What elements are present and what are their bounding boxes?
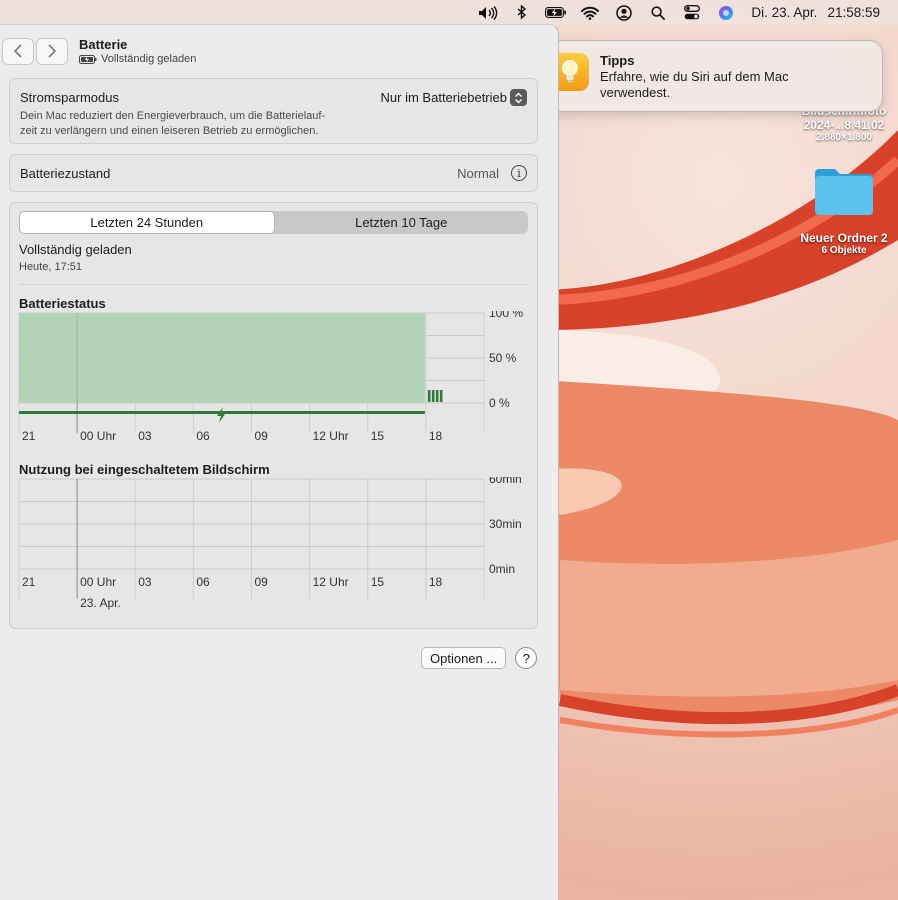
help-button[interactable]: ? <box>515 647 538 669</box>
x-tick-label: 09 <box>255 575 269 589</box>
low-power-mode-description-line1: Dein Mac reduziert den Energieverbrauch,… <box>20 110 326 122</box>
low-power-mode-label: Stromsparmodus <box>20 90 119 105</box>
battery-usage-section: Letzten 24 Stunden Letzten 10 Tage Volls… <box>9 202 538 629</box>
desktop-folder-count: 6 Objekte <box>821 245 867 256</box>
section-divider <box>19 284 528 285</box>
battery-health-value: Normal <box>457 165 499 181</box>
y-tick-label: 100 % <box>489 311 523 320</box>
bottom-actions: Optionen ... ? <box>421 647 538 669</box>
time-range-segmented-control: Letzten 24 Stunden Letzten 10 Tage <box>19 211 528 234</box>
x-tick-label: 18 <box>429 575 443 589</box>
charge-status-time: Heute, 17:51 <box>19 261 82 273</box>
screen-usage-chart-title: Nutzung bei eingeschaltetem Bildschirm <box>19 462 270 477</box>
back-button[interactable] <box>2 37 34 65</box>
low-power-mode-description-line2: zeit zu verlängern und einen leiseren Be… <box>20 125 319 137</box>
user-account-icon[interactable] <box>613 4 635 21</box>
chevron-left-icon <box>13 44 22 58</box>
window-subtitle: Vollständig geladen <box>101 53 197 65</box>
desktop-folder[interactable]: Neuer Ordner 2 6 Objekte <box>790 165 898 256</box>
low-power-mode-description: Dein Mac reduziert den Energieverbrauch,… <box>20 109 360 139</box>
y-tick-label: 30min <box>489 517 522 531</box>
y-tick-label: 50 % <box>489 351 517 365</box>
menu-bar: Di. 23. Apr. 21:58:59 <box>0 0 898 25</box>
info-icon[interactable]: i <box>511 165 527 181</box>
x-tick-label: 18 <box>429 429 443 443</box>
y-tick-label: 0 % <box>489 396 510 410</box>
x-tick-label: 21 <box>22 575 36 589</box>
options-button[interactable]: Optionen ... <box>421 647 507 669</box>
desktop-screenshot-name2: 2024-...8.41.02 <box>803 118 885 132</box>
charge-status: Vollständig geladen <box>19 242 132 257</box>
charging-bolt-icon <box>217 407 225 423</box>
bluetooth-icon[interactable] <box>511 5 533 21</box>
menubar-clock[interactable]: 21:58:59 <box>827 5 880 20</box>
tab-last-10-days[interactable]: Letzten 10 Tage <box>275 211 529 234</box>
x-tick-label: 15 <box>371 429 385 443</box>
notification-message-line2: verwendest. <box>600 85 671 100</box>
desktop-screenshot-size: 2.880×1.800 <box>816 132 872 143</box>
tips-notification[interactable]: Tipps Erfahre, wie du Siri auf dem Mac v… <box>538 40 883 112</box>
forward-button[interactable] <box>36 37 68 65</box>
low-power-mode-value: Nur im Batteriebetrieb <box>380 90 507 105</box>
menubar-date[interactable]: Di. 23. Apr. <box>751 5 817 20</box>
x-tick-label: 03 <box>138 575 152 589</box>
control-center-icon[interactable] <box>681 5 703 21</box>
date-label: 23. Apr. <box>80 596 121 610</box>
chevron-right-icon <box>48 44 57 58</box>
chevron-updown-icon <box>510 89 527 106</box>
notification-title: Tipps <box>600 53 635 68</box>
folder-icon <box>815 169 873 215</box>
x-tick-label: 12 Uhr <box>313 429 349 443</box>
low-power-mode-select[interactable]: Nur im Batteriebetrieb <box>381 89 527 106</box>
tab-last-24-hours[interactable]: Letzten 24 Stunden <box>19 211 275 234</box>
window-title: Batterie <box>79 37 128 52</box>
battery-bar <box>427 390 431 402</box>
window-toolbar: Batterie Vollständig geladen <box>0 25 558 77</box>
y-tick-label: 0min <box>489 562 515 576</box>
x-tick-label: 06 <box>196 575 210 589</box>
screen-usage-chart: 60min 30min 0min 21 00 Uhr 03 06 09 12 Uhr 15 18 23… <box>18 477 522 610</box>
x-tick-label: 15 <box>371 575 385 589</box>
x-tick-label: 12 Uhr <box>313 575 349 589</box>
battery-bar <box>431 390 435 402</box>
desktop-folder-name: Neuer Ordner 2 <box>800 231 888 245</box>
battery-settings-window: Batterie Vollständig geladen Stromsparmo… <box>0 24 559 900</box>
x-tick-label: 09 <box>255 429 269 443</box>
x-tick-label: 03 <box>138 429 152 443</box>
y-tick-label: 60min <box>489 477 522 486</box>
charging-indicator-line <box>19 411 425 414</box>
battery-charging-icon[interactable] <box>545 5 567 21</box>
speaker-icon[interactable] <box>477 5 499 21</box>
x-tick-label: 00 Uhr <box>80 429 116 443</box>
battery-full-icon <box>79 54 97 64</box>
battery-level-area-overlay <box>19 313 425 403</box>
wifi-icon[interactable] <box>579 5 601 21</box>
battery-bar <box>435 390 439 402</box>
low-power-mode-section: Stromsparmodus Nur im Batteriebetrieb De… <box>9 78 538 144</box>
x-tick-label: 00 Uhr <box>80 575 116 589</box>
battery-level-chart: 100 % 50 % 0 % 21 00 Uhr 03 06 09 12 Uhr 15 18 <box>18 311 523 443</box>
spotlight-search-icon[interactable] <box>647 5 669 21</box>
x-tick-label: 06 <box>196 429 210 443</box>
battery-health-label: Batteriezustand <box>20 165 111 181</box>
siri-icon[interactable] <box>715 5 737 21</box>
notification-message-line1: Erfahre, wie du Siri auf dem Mac <box>600 69 789 84</box>
battery-bar <box>439 390 443 402</box>
notification-message: Erfahre, wie du Siri auf dem Mac verwend… <box>600 69 789 101</box>
battery-health-section: Batteriezustand Normal i <box>9 154 538 192</box>
x-tick-label: 21 <box>22 429 36 443</box>
battery-level-chart-title: Batteriestatus <box>19 296 106 311</box>
